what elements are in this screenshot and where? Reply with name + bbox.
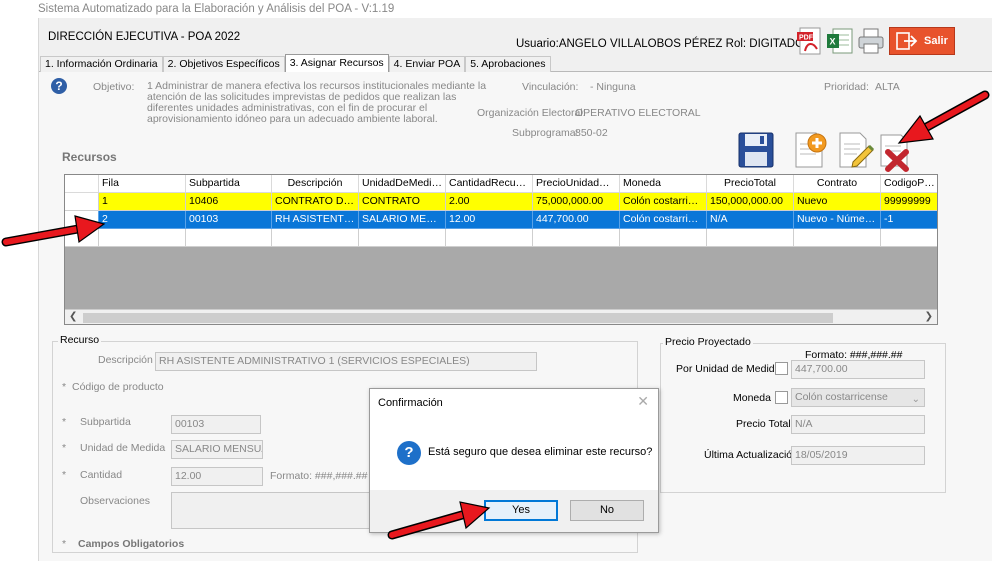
arrow-to-selected-row <box>1 215 106 247</box>
annotation-overlay <box>1 90 990 540</box>
arrow-to-delete-icon <box>897 90 990 144</box>
arrow-to-yes-button <box>387 501 491 540</box>
